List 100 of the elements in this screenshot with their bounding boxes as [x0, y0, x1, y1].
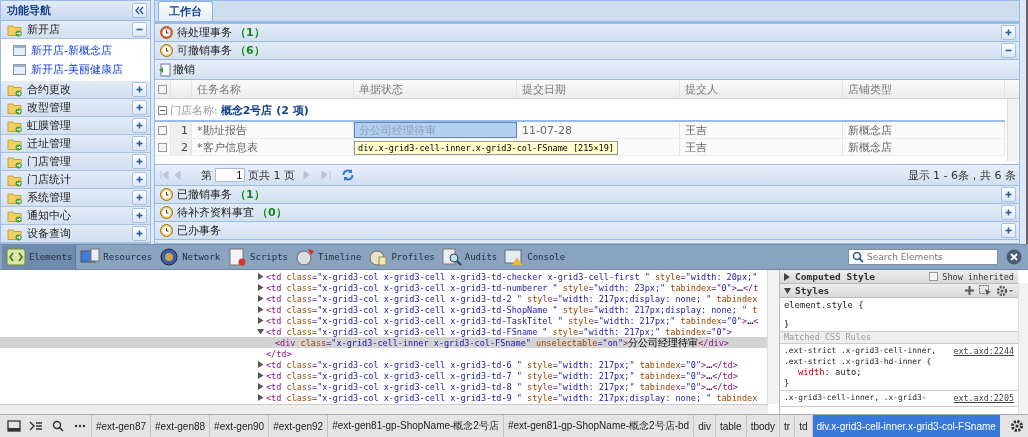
expand-toggle-icon[interactable] — [257, 328, 264, 335]
panel-header[interactable]: 可撤销事务 （6） — [155, 42, 1020, 60]
code-line[interactable]: <td class="x-grid3-col x-grid3-cell x-grid3-td-checker x-grid3-cell-first " style="width: 20px;" — [266, 271, 758, 282]
accordion-header[interactable]: 门店管理 — [1, 153, 151, 171]
pointer-icon[interactable] — [979, 285, 992, 296]
expand-toggle-icon[interactable] — [784, 286, 791, 295]
toggle-button[interactable] — [132, 208, 148, 223]
column-header[interactable]: 店铺类型 — [843, 80, 1006, 98]
toggle-button[interactable] — [1001, 205, 1017, 220]
toggle-button[interactable] — [132, 136, 148, 151]
devtools-tab[interactable]: Console — [500, 245, 569, 269]
source-link[interactable]: ext.axd:2205 — [953, 393, 1014, 404]
code-line[interactable]: <td class="x-grid3-col x-grid3-cell x-grid3-td-2 " style="width: 217px;display: none; " tabindex — [266, 293, 758, 304]
accordion-header[interactable]: 改型管理 — [1, 99, 151, 117]
select-all-checkbox[interactable] — [158, 84, 168, 94]
row-checkbox[interactable] — [158, 142, 168, 152]
panel-header[interactable]: 待补齐资料事宜 （0） — [155, 204, 1020, 222]
scrollbar[interactable] — [767, 270, 779, 404]
breadcrumb[interactable]: #ext-gen90 — [209, 415, 269, 437]
scrollbar[interactable] — [1018, 283, 1028, 414]
breadcrumb[interactable]: #ext-gen81-gp-ShopName-概念2号店 — [327, 415, 503, 437]
accordion-header[interactable]: 合约更改 — [1, 81, 151, 99]
section-header[interactable]: Computed Style Show inherited — [780, 270, 1018, 284]
panel-header[interactable]: 已办事务 — [155, 222, 1020, 240]
devtools-tab[interactable]: Network — [155, 245, 224, 269]
toggle-button[interactable] — [132, 100, 148, 115]
accordion-header[interactable]: 设备查询 — [1, 225, 151, 243]
expand-toggle-icon[interactable] — [257, 383, 264, 390]
code-line[interactable]: <td class="x-grid3-col x-grid3-cell x-grid3-td-TaskTitel " style="width: 217px;" tabindex="0">…< — [266, 315, 759, 326]
panel-header[interactable]: 待处理事务 （1） — [155, 24, 1020, 42]
toggle-button[interactable] — [132, 154, 148, 169]
accordion-header[interactable]: 系统管理 — [1, 189, 151, 207]
settings-icon[interactable] — [996, 284, 1014, 297]
code-line[interactable]: <td class="x-grid3-col x-grid3-cell x-grid3-td-numberer " style="width: 23px;" tabindex="0">…</t — [266, 282, 759, 293]
code-line[interactable]: <td class="x-grid3-col x-grid3-cell x-grid3-td-9 " style="width: 217px;display: none; " tabindex — [266, 392, 758, 403]
console-icon[interactable] — [29, 420, 43, 432]
accordion-header[interactable]: 迁址管理 — [1, 135, 151, 153]
toggle-button[interactable] — [132, 190, 148, 205]
toggle-button[interactable] — [1001, 43, 1017, 58]
toggle-button[interactable] — [132, 118, 148, 133]
toggle-button[interactable] — [132, 172, 148, 187]
expand-toggle-icon[interactable] — [257, 306, 264, 313]
accordion-header[interactable]: 新开店 — [1, 21, 151, 39]
code-line[interactable]: <td class="x-grid3-col x-grid3-cell x-grid3-td-8 " style="width: 217px;" tabindex="0">…</td> — [266, 381, 738, 392]
column-header[interactable]: 单据状态 — [354, 80, 518, 98]
column-header[interactable]: 提交人 — [680, 80, 844, 98]
code-line[interactable]: <td class="x-grid3-col x-grid3-cell x-grid3-td-7 " style="width: 217px;" tabindex="0">…</td> — [266, 370, 738, 381]
source-link[interactable]: ext.axd:2244 — [953, 346, 1014, 357]
expand-toggle-icon[interactable] — [257, 372, 264, 379]
expand-toggle-icon[interactable] — [257, 295, 264, 302]
code-line[interactable]: <td class="x-grid3-col x-grid3-cell x-grid3-td-6 " style="width: 217px;" tabindex="0">…</td> — [266, 359, 738, 370]
revoke-button[interactable]: 撤销 — [158, 62, 196, 77]
breadcrumb[interactable]: #ext-gen92 — [268, 415, 328, 437]
close-icon[interactable] — [1006, 249, 1022, 265]
breadcrumb[interactable]: tbody — [745, 415, 780, 437]
column-header[interactable]: 任务名称 — [192, 80, 355, 98]
expand-toggle-icon[interactable] — [257, 273, 264, 280]
devtools-tab[interactable]: Timeline — [291, 245, 365, 269]
scrollbar[interactable] — [1007, 99, 1019, 161]
accordion-header[interactable]: 门店统计 — [1, 171, 151, 189]
toggle-button[interactable] — [132, 22, 148, 37]
settings-icon[interactable] — [1010, 419, 1024, 433]
devtools-tab[interactable]: Elements — [2, 245, 77, 269]
devtools-tab[interactable]: Resources — [76, 245, 156, 269]
breadcrumb[interactable]: tr — [779, 415, 795, 437]
search-field[interactable]: Search Elements — [848, 249, 998, 265]
checkbox[interactable] — [929, 272, 939, 281]
breadcrumb[interactable]: td — [794, 415, 812, 437]
toggle-button[interactable] — [1001, 223, 1017, 238]
devtools-tab[interactable]: Scripts — [223, 245, 291, 269]
breadcrumb[interactable]: #ext-gen88 — [150, 415, 210, 437]
code-line[interactable]: <td class="x-grid3-col x-grid3-cell x-grid3-td-FSname " style="width: 217px;" tabindex="0"> — [266, 326, 732, 337]
breadcrumb[interactable]: div.x-grid3-cell-inner.x-grid3-col-FSname — [811, 415, 1000, 437]
scrollbar[interactable] — [0, 404, 768, 414]
search-icon[interactable] — [51, 420, 65, 432]
nav-link[interactable]: 新开店-新概念店 — [31, 43, 112, 58]
accordion-header[interactable]: 虹膜管理 — [1, 117, 151, 135]
code-line[interactable]: </td> — [266, 348, 292, 359]
plus-icon[interactable] — [964, 285, 975, 296]
row-checkbox[interactable] — [158, 125, 168, 135]
breadcrumb[interactable]: #ext-gen87 — [91, 415, 151, 437]
refresh-icon[interactable] — [341, 168, 356, 182]
expand-toggle-icon[interactable] — [257, 284, 264, 291]
expand-toggle-icon[interactable] — [257, 317, 264, 324]
code-line[interactable]: <td class="x-grid3-col x-grid3-cell x-grid3-td-ShopName " style="width: 217px;display: none; " t — [266, 304, 758, 315]
expand-toggle-icon[interactable] — [257, 361, 264, 368]
breadcrumb[interactable]: div — [693, 415, 715, 437]
page-field[interactable]: 1 — [215, 168, 246, 182]
section-header[interactable]: Styles — [780, 284, 1018, 298]
collapse-sidebar-button[interactable] — [132, 3, 148, 18]
devtools-tab[interactable]: Profiles — [364, 245, 438, 269]
breadcrumb[interactable]: #ext-gen81-gp-ShopName-概念2号店-bd — [502, 415, 694, 437]
accordion-header[interactable]: 通知中心 — [1, 207, 151, 225]
tab[interactable]: 工作台 — [158, 1, 214, 21]
devtools-tab[interactable]: Audits — [437, 245, 501, 269]
nav-link[interactable]: 新开店-美丽健康店 — [31, 62, 123, 77]
expand-toggle-icon[interactable] — [784, 272, 791, 281]
collapse-icon[interactable] — [158, 106, 168, 115]
panel-header[interactable]: 已撤销事务 （1） — [155, 186, 1020, 204]
toggle-button[interactable] — [132, 226, 148, 241]
